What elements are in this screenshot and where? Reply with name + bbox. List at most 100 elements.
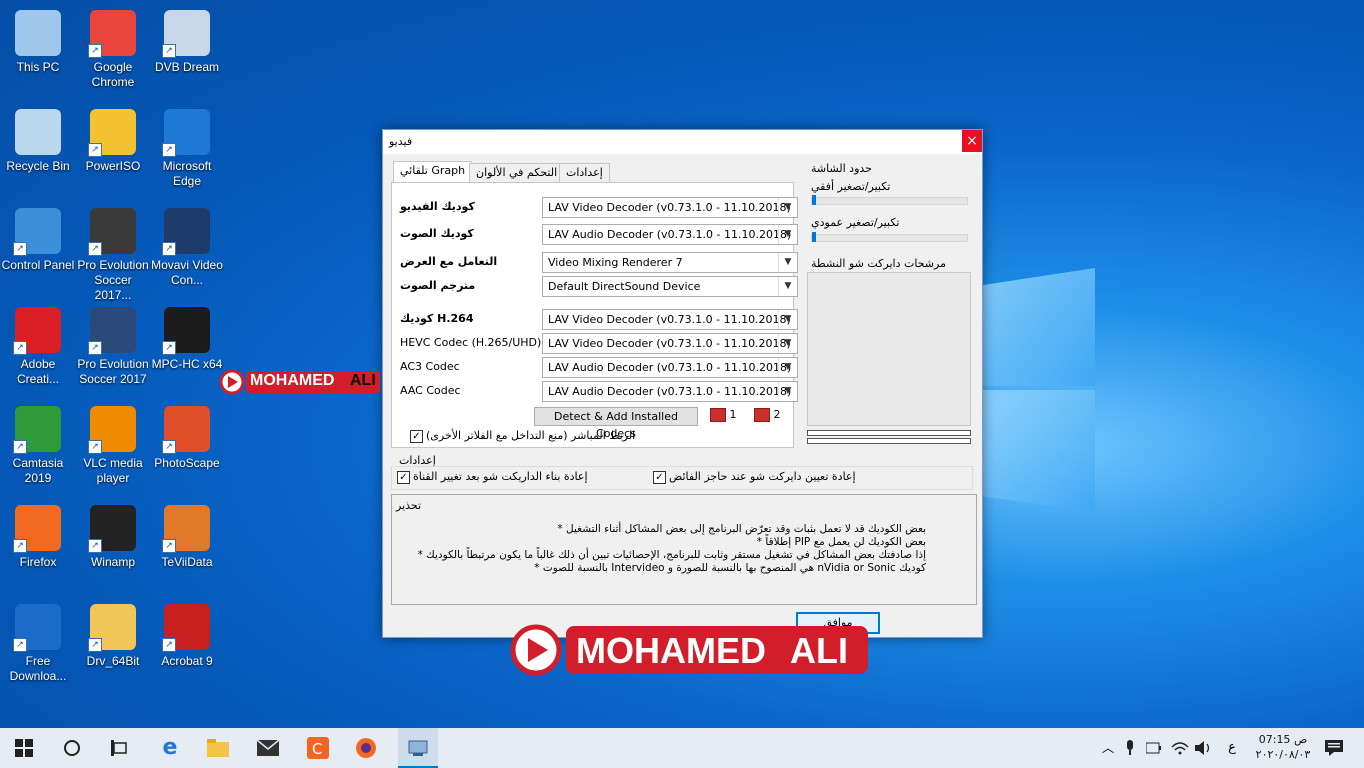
mail-icon xyxy=(256,739,280,756)
codec-select-value: LAV Video Decoder (v0.73.1.0 - 11.10.201… xyxy=(548,313,791,326)
desktop-icon[interactable]: ↗ TeViiData xyxy=(149,505,225,570)
v-zoom-label: تكبير/تصغير عمودي xyxy=(811,216,900,229)
codec-select[interactable]: LAV Audio Decoder (v0.73.1.0 - 11.10.201… xyxy=(542,357,798,378)
desktop-icon[interactable]: ↗ VLC media player xyxy=(75,406,151,486)
app-icon: ↗ xyxy=(88,208,136,256)
network-icon[interactable] xyxy=(1168,736,1192,760)
row-label: AAC Codec xyxy=(400,384,461,397)
codec-select[interactable]: Video Mixing Renderer 7 ▼ xyxy=(542,252,798,273)
desktop-icon[interactable]: ↗ DVB Dream xyxy=(149,10,225,75)
reset-directshow-checkbox[interactable]: ✓ xyxy=(653,471,666,484)
desktop-icon[interactable]: ↗ Drv_64Bit xyxy=(75,604,151,669)
chevron-down-icon[interactable]: ▼ xyxy=(778,253,797,272)
row-label: التعامل مع العرض xyxy=(400,255,498,268)
desktop-icon[interactable]: ↗ Free Downloa... xyxy=(0,604,76,684)
battery-shape xyxy=(1145,742,1161,754)
row-label: كوديك الصوت xyxy=(400,227,474,240)
dvb-dream-icon xyxy=(408,740,428,756)
watermark-word-1: MOHAMED xyxy=(250,372,335,389)
battery-icon[interactable] xyxy=(1142,736,1166,760)
desktop-icon[interactable]: ↗ PhotoScape xyxy=(149,406,225,471)
desktop-icon[interactable]: ↗ MPC-HC x64 xyxy=(149,307,225,372)
detect-codecs-button[interactable]: Detect & Add Installed Codecs xyxy=(534,407,698,440)
chevron-down-icon[interactable]: ▼ xyxy=(778,198,797,217)
app-icon xyxy=(15,10,61,56)
v-zoom-slider[interactable] xyxy=(811,232,968,242)
volume-icon[interactable] xyxy=(1192,736,1216,760)
start-button[interactable] xyxy=(12,736,36,760)
edge-taskbar-icon[interactable]: e xyxy=(158,736,182,760)
desktop-icon[interactable]: ↗ Adobe Creati... xyxy=(0,307,76,387)
tab-graph[interactable]: تلقائي Graph xyxy=(393,161,473,183)
chevron-down-icon[interactable]: ▼ xyxy=(778,310,797,329)
desktop-icon[interactable]: Recycle Bin xyxy=(0,109,76,174)
codec-select[interactable]: LAV Video Decoder (v0.73.1.0 - 11.10.201… xyxy=(542,197,798,218)
desktop-icon[interactable]: This PC xyxy=(0,10,76,75)
dvb-dream-taskbar-icon[interactable] xyxy=(398,728,438,768)
desktop-icon[interactable]: ↗ Winamp xyxy=(75,505,151,570)
app-icon: ↗ xyxy=(162,505,210,553)
preset-1-button[interactable]: 1 xyxy=(710,408,737,422)
desktop-icon[interactable]: ↗ Firefox xyxy=(0,505,76,570)
shortcut-arrow-icon: ↗ xyxy=(88,143,102,157)
warning-line: بعض الكوديك لن يعمل مع PIP إطلاقاً * xyxy=(756,536,926,548)
app-icon: ↗ xyxy=(88,505,136,553)
chevron-down-icon[interactable]: ▼ xyxy=(778,358,797,377)
desktop-icon-label: Recycle Bin xyxy=(6,159,70,173)
camtasia-taskbar-icon[interactable]: C xyxy=(306,736,330,760)
codec-select-value: LAV Audio Decoder (v0.73.1.0 - 11.10.201… xyxy=(548,385,792,398)
clock-date: ٢٠٢٠/٠٨/٠٣ xyxy=(1255,748,1311,761)
preset-2-button[interactable]: 2 xyxy=(754,408,781,422)
desktop-icon[interactable]: ↗ PowerISO xyxy=(75,109,151,174)
desktop-icon[interactable]: ↗ Microsoft Edge xyxy=(149,109,225,189)
file-explorer-taskbar-icon[interactable] xyxy=(206,736,230,760)
chevron-down-icon[interactable]: ▼ xyxy=(778,277,797,296)
chevron-down-icon[interactable]: ▼ xyxy=(778,225,797,244)
h-zoom-thumb[interactable] xyxy=(812,195,816,205)
codec-select[interactable]: LAV Audio Decoder (v0.73.1.0 - 11.10.201… xyxy=(542,381,798,402)
codec-select[interactable]: LAV Video Decoder (v0.73.1.0 - 11.10.201… xyxy=(542,333,798,354)
direct-link-checkbox[interactable]: ✓ xyxy=(410,430,423,443)
screen-limits-label: حدود الشاشة xyxy=(811,162,872,175)
rebuild-directshow-checkbox[interactable]: ✓ xyxy=(397,471,410,484)
action-center-button[interactable] xyxy=(1322,736,1346,760)
tab-color-control[interactable]: التحكم في الألوان xyxy=(469,163,565,183)
codec-select-value: LAV Video Decoder (v0.73.1.0 - 11.10.201… xyxy=(548,337,791,350)
h-zoom-slider[interactable] xyxy=(811,195,968,205)
clock[interactable]: 07:15 ص ٢٠٢٠/٠٨/٠٣ xyxy=(1252,732,1314,762)
desktop-icon[interactable]: ↗ Movavi Video Con... xyxy=(149,208,225,288)
codec-select[interactable]: LAV Audio Decoder (v0.73.1.0 - 11.10.201… xyxy=(542,224,798,245)
task-view-button[interactable] xyxy=(108,736,132,760)
wifi-shape xyxy=(1171,742,1189,755)
codec-select[interactable]: Default DirectSound Device ▼ xyxy=(542,276,798,297)
mail-taskbar-icon[interactable] xyxy=(256,736,280,760)
codec-select[interactable]: LAV Video Decoder (v0.73.1.0 - 11.10.201… xyxy=(542,309,798,330)
desktop-icon[interactable]: ↗ Pro Evolution Soccer 2017 xyxy=(75,307,151,387)
desktop-icon-label: DVB Dream xyxy=(154,60,219,74)
search-button[interactable] xyxy=(60,736,84,760)
desktop-icon[interactable]: ↗ Control Panel xyxy=(0,208,76,273)
video-settings-dialog: فيديو × تلقائي Graph التحكم في الألوان إ… xyxy=(382,129,983,638)
chevron-down-icon[interactable]: ▼ xyxy=(778,382,797,401)
firefox-taskbar-icon[interactable] xyxy=(354,736,378,760)
desktop-icon[interactable]: ↗ Pro Evolution Soccer 2017... xyxy=(75,208,151,303)
language-indicator[interactable]: ع xyxy=(1220,736,1244,760)
desktop-icon-label: MPC-HC x64 xyxy=(151,357,223,371)
shortcut-arrow-icon: ↗ xyxy=(162,539,176,553)
desktop-icon-label: This PC xyxy=(16,60,60,74)
v-zoom-thumb[interactable] xyxy=(812,232,816,242)
codec-select-value: LAV Audio Decoder (v0.73.1.0 - 11.10.201… xyxy=(548,361,792,374)
microphone-icon[interactable] xyxy=(1118,736,1142,760)
tab-settings[interactable]: إعدادات xyxy=(559,163,610,183)
shortcut-arrow-icon: ↗ xyxy=(162,143,176,157)
active-filters-list[interactable] xyxy=(807,272,971,426)
desktop-icon[interactable]: ↗ Camtasia 2019 xyxy=(0,406,76,486)
show-hidden-icons-button[interactable]: ︿ xyxy=(1096,736,1120,760)
app-icon: ↗ xyxy=(13,208,61,256)
chevron-down-icon[interactable]: ▼ xyxy=(778,334,797,353)
close-button[interactable]: × xyxy=(962,130,982,152)
shortcut-arrow-icon: ↗ xyxy=(162,440,176,454)
desktop-icon[interactable]: ↗ Google Chrome xyxy=(75,10,151,90)
row-label: كوديك الفيديو xyxy=(400,200,475,213)
desktop-icon[interactable]: ↗ Acrobat 9 xyxy=(149,604,225,669)
